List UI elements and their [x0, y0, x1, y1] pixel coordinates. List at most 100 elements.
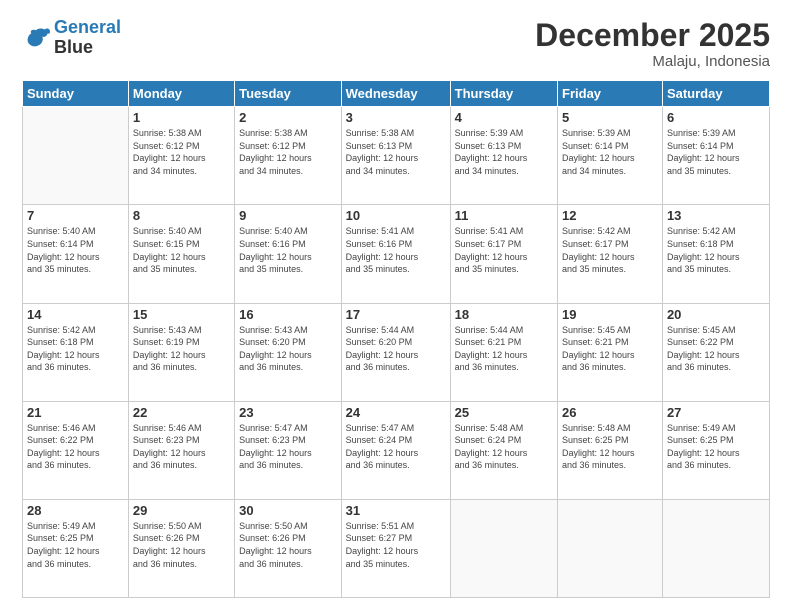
calendar-cell: 17Sunrise: 5:44 AM Sunset: 6:20 PM Dayli… — [341, 303, 450, 401]
day-of-week-tuesday: Tuesday — [235, 81, 342, 107]
title-block: December 2025 Malaju, Indonesia — [535, 18, 770, 70]
day-info: Sunrise: 5:46 AM Sunset: 6:23 PM Dayligh… — [133, 422, 230, 472]
calendar-week-4: 21 Sunrise: 5:46 AM Sunset: 6:22 PM Dayli… — [23, 401, 770, 499]
day-info: Sunrise: 5:50 AM Sunset: 6:26 PM Dayligh… — [239, 520, 337, 570]
day-info: Sunrise: 5:38 AM Sunset: 6:12 PM Dayligh… — [133, 127, 230, 177]
calendar-cell: 27 Sunrise: 5:49 AM Sunset: 6:25 PM Dayli… — [662, 401, 769, 499]
day-info: Sunrise: 5:40 AM Sunset: 6:15 PM Dayligh… — [133, 225, 230, 275]
day-info: Sunrise: 5:48 AM Sunset: 6:24 PM Dayligh… — [455, 422, 553, 472]
day-number: 26 — [562, 405, 658, 420]
calendar-cell: 20 Sunrise: 5:45 AM Sunset: 6:22 PM Dayli… — [662, 303, 769, 401]
day-info: Sunrise: 5:47 AM Sunset: 6:23 PM Dayligh… — [239, 422, 337, 472]
day-of-week-wednesday: Wednesday — [341, 81, 450, 107]
day-number: 14 — [27, 307, 124, 322]
day-of-week-thursday: Thursday — [450, 81, 557, 107]
calendar-cell: 11 Sunrise: 5:41 AM Sunset: 6:17 PM Dayli… — [450, 205, 557, 303]
logo-line2: Blue — [54, 38, 121, 58]
calendar-cell: 21 Sunrise: 5:46 AM Sunset: 6:22 PM Dayli… — [23, 401, 129, 499]
calendar-cell: 18 Sunrise: 5:44 AM Sunset: 6:21 PM Dayli… — [450, 303, 557, 401]
day-number: 3 — [346, 110, 446, 125]
calendar-cell: 7Sunrise: 5:40 AM Sunset: 6:14 PM Daylig… — [23, 205, 129, 303]
day-info: Sunrise: 5:39 AM Sunset: 6:14 PM Dayligh… — [562, 127, 658, 177]
calendar-cell: 2 Sunrise: 5:38 AM Sunset: 6:12 PM Daylig… — [235, 107, 342, 205]
day-number: 31 — [346, 503, 446, 518]
day-info: Sunrise: 5:43 AM Sunset: 6:19 PM Dayligh… — [133, 324, 230, 374]
day-of-week-monday: Monday — [128, 81, 234, 107]
calendar-week-2: 7Sunrise: 5:40 AM Sunset: 6:14 PM Daylig… — [23, 205, 770, 303]
calendar-cell: 3 Sunrise: 5:38 AM Sunset: 6:13 PM Daylig… — [341, 107, 450, 205]
calendar-cell — [662, 499, 769, 597]
day-info: Sunrise: 5:48 AM Sunset: 6:25 PM Dayligh… — [562, 422, 658, 472]
day-number: 18 — [455, 307, 553, 322]
calendar-cell: 23Sunrise: 5:47 AM Sunset: 6:23 PM Dayli… — [235, 401, 342, 499]
day-number: 5 — [562, 110, 658, 125]
calendar-cell: 29Sunrise: 5:50 AM Sunset: 6:26 PM Dayli… — [128, 499, 234, 597]
day-number: 12 — [562, 208, 658, 223]
day-number: 20 — [667, 307, 765, 322]
day-number: 2 — [239, 110, 337, 125]
day-of-week-sunday: Sunday — [23, 81, 129, 107]
day-number: 6 — [667, 110, 765, 125]
day-number: 24 — [346, 405, 446, 420]
day-number: 16 — [239, 307, 337, 322]
logo-line1: General — [54, 17, 121, 37]
calendar-cell — [23, 107, 129, 205]
calendar-cell: 30Sunrise: 5:50 AM Sunset: 6:26 PM Dayli… — [235, 499, 342, 597]
day-number: 21 — [27, 405, 124, 420]
day-info: Sunrise: 5:49 AM Sunset: 6:25 PM Dayligh… — [667, 422, 765, 472]
day-info: Sunrise: 5:42 AM Sunset: 6:17 PM Dayligh… — [562, 225, 658, 275]
day-info: Sunrise: 5:39 AM Sunset: 6:14 PM Dayligh… — [667, 127, 765, 177]
calendar-cell: 4 Sunrise: 5:39 AM Sunset: 6:13 PM Daylig… — [450, 107, 557, 205]
day-number: 17 — [346, 307, 446, 322]
day-info: Sunrise: 5:46 AM Sunset: 6:22 PM Dayligh… — [27, 422, 124, 472]
day-number: 9 — [239, 208, 337, 223]
day-info: Sunrise: 5:49 AM Sunset: 6:25 PM Dayligh… — [27, 520, 124, 570]
day-of-week-saturday: Saturday — [662, 81, 769, 107]
calendar-cell: 16 Sunrise: 5:43 AM Sunset: 6:20 PM Dayli… — [235, 303, 342, 401]
calendar-cell: 9 Sunrise: 5:40 AM Sunset: 6:16 PM Daylig… — [235, 205, 342, 303]
calendar-subtitle: Malaju, Indonesia — [535, 53, 770, 70]
day-number: 1 — [133, 110, 230, 125]
day-info: Sunrise: 5:41 AM Sunset: 6:17 PM Dayligh… — [455, 225, 553, 275]
day-number: 11 — [455, 208, 553, 223]
calendar-cell: 6 Sunrise: 5:39 AM Sunset: 6:14 PM Daylig… — [662, 107, 769, 205]
day-info: Sunrise: 5:47 AM Sunset: 6:24 PM Dayligh… — [346, 422, 446, 472]
day-info: Sunrise: 5:41 AM Sunset: 6:16 PM Dayligh… — [346, 225, 446, 275]
calendar-table: SundayMondayTuesdayWednesdayThursdayFrid… — [22, 80, 770, 598]
page: General Blue December 2025 Malaju, Indon… — [0, 0, 792, 612]
day-info: Sunrise: 5:38 AM Sunset: 6:13 PM Dayligh… — [346, 127, 446, 177]
day-info: Sunrise: 5:42 AM Sunset: 6:18 PM Dayligh… — [667, 225, 765, 275]
day-info: Sunrise: 5:40 AM Sunset: 6:16 PM Dayligh… — [239, 225, 337, 275]
logo-text: General Blue — [54, 18, 121, 58]
calendar-week-3: 14Sunrise: 5:42 AM Sunset: 6:18 PM Dayli… — [23, 303, 770, 401]
calendar-cell: 19Sunrise: 5:45 AM Sunset: 6:21 PM Dayli… — [558, 303, 663, 401]
calendar-cell: 22Sunrise: 5:46 AM Sunset: 6:23 PM Dayli… — [128, 401, 234, 499]
calendar-cell: 13 Sunrise: 5:42 AM Sunset: 6:18 PM Dayli… — [662, 205, 769, 303]
day-info: Sunrise: 5:45 AM Sunset: 6:22 PM Dayligh… — [667, 324, 765, 374]
calendar-cell: 24 Sunrise: 5:47 AM Sunset: 6:24 PM Dayli… — [341, 401, 450, 499]
calendar-cell: 8 Sunrise: 5:40 AM Sunset: 6:15 PM Daylig… — [128, 205, 234, 303]
day-info: Sunrise: 5:43 AM Sunset: 6:20 PM Dayligh… — [239, 324, 337, 374]
day-info: Sunrise: 5:38 AM Sunset: 6:12 PM Dayligh… — [239, 127, 337, 177]
calendar-cell — [450, 499, 557, 597]
day-number: 4 — [455, 110, 553, 125]
day-number: 29 — [133, 503, 230, 518]
logo-icon — [22, 24, 50, 52]
day-number: 15 — [133, 307, 230, 322]
calendar-cell: 31Sunrise: 5:51 AM Sunset: 6:27 PM Dayli… — [341, 499, 450, 597]
logo: General Blue — [22, 18, 121, 58]
day-info: Sunrise: 5:44 AM Sunset: 6:21 PM Dayligh… — [455, 324, 553, 374]
day-number: 25 — [455, 405, 553, 420]
calendar-week-1: 1 Sunrise: 5:38 AM Sunset: 6:12 PM Daylig… — [23, 107, 770, 205]
day-number: 8 — [133, 208, 230, 223]
day-info: Sunrise: 5:39 AM Sunset: 6:13 PM Dayligh… — [455, 127, 553, 177]
day-number: 7 — [27, 208, 124, 223]
day-number: 13 — [667, 208, 765, 223]
day-number: 19 — [562, 307, 658, 322]
calendar-week-5: 28Sunrise: 5:49 AM Sunset: 6:25 PM Dayli… — [23, 499, 770, 597]
day-number: 10 — [346, 208, 446, 223]
day-number: 27 — [667, 405, 765, 420]
calendar-cell: 10 Sunrise: 5:41 AM Sunset: 6:16 PM Dayli… — [341, 205, 450, 303]
calendar-cell: 1 Sunrise: 5:38 AM Sunset: 6:12 PM Daylig… — [128, 107, 234, 205]
calendar-cell: 15 Sunrise: 5:43 AM Sunset: 6:19 PM Dayli… — [128, 303, 234, 401]
